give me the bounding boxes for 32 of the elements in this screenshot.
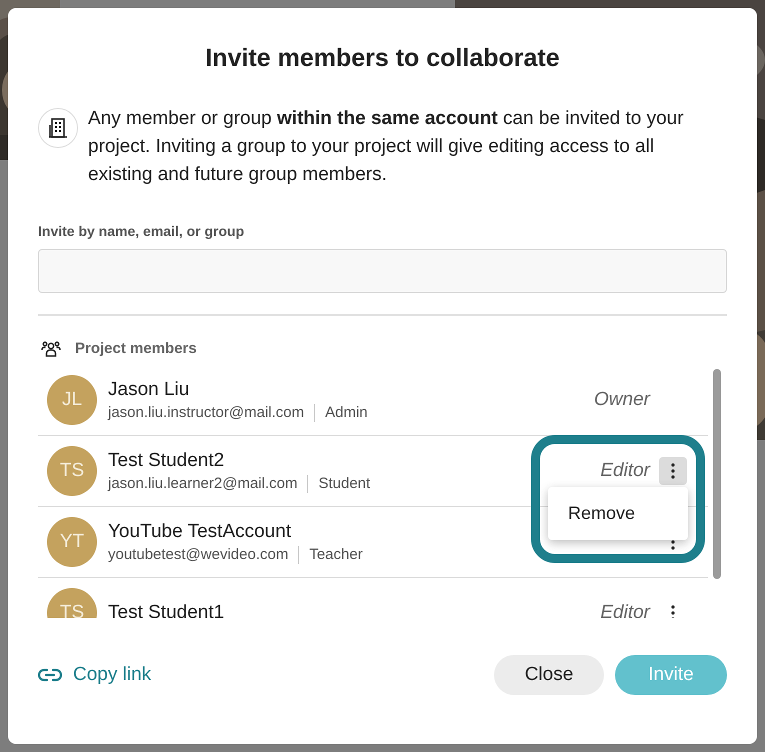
close-button[interactable]: Close xyxy=(494,655,604,695)
account-type: Teacher xyxy=(309,546,363,563)
avatar: TS xyxy=(47,588,97,618)
avatar: TS xyxy=(47,446,97,496)
people-icon xyxy=(41,340,61,356)
account-type: Student xyxy=(318,475,370,492)
field-label: Invite by name, email, or group xyxy=(38,223,244,239)
link-icon xyxy=(38,668,62,682)
member-name: Test Student1 xyxy=(108,602,224,618)
building-icon xyxy=(38,108,78,148)
kebab-icon xyxy=(671,605,675,618)
account-type: Admin xyxy=(325,404,368,421)
copy-link[interactable]: Copy link xyxy=(38,664,152,686)
avatar: JL xyxy=(47,375,97,425)
section-header: Project members xyxy=(75,340,197,357)
member-role: Editor xyxy=(600,602,650,618)
member-role: Owner xyxy=(594,389,650,411)
member-role: Editor xyxy=(600,460,650,482)
member-email: jason.liu.instructor@mail.com xyxy=(108,404,304,421)
member-name: YouTube TestAccount xyxy=(108,520,292,542)
dialog-title: Invite members to collaborate xyxy=(205,43,560,74)
member-name: Jason Liu xyxy=(108,378,190,400)
avatar: YT xyxy=(47,517,97,567)
more-options-button[interactable] xyxy=(659,457,687,485)
member-email: jason.liu.learner2@mail.com xyxy=(108,475,298,492)
member-name: Test Student2 xyxy=(108,450,224,472)
member-email: youtubetest@wevideo.com xyxy=(108,546,288,563)
scrollbar[interactable] xyxy=(713,369,721,579)
menu-item[interactable]: Remove xyxy=(568,503,636,524)
kebab-icon xyxy=(671,463,675,479)
invite-input-field[interactable] xyxy=(38,249,727,293)
info-text: Any member or group within the same account can be invited to your project. Inviting a group to your project will give editing access to all existing and future group members. xyxy=(88,107,685,187)
